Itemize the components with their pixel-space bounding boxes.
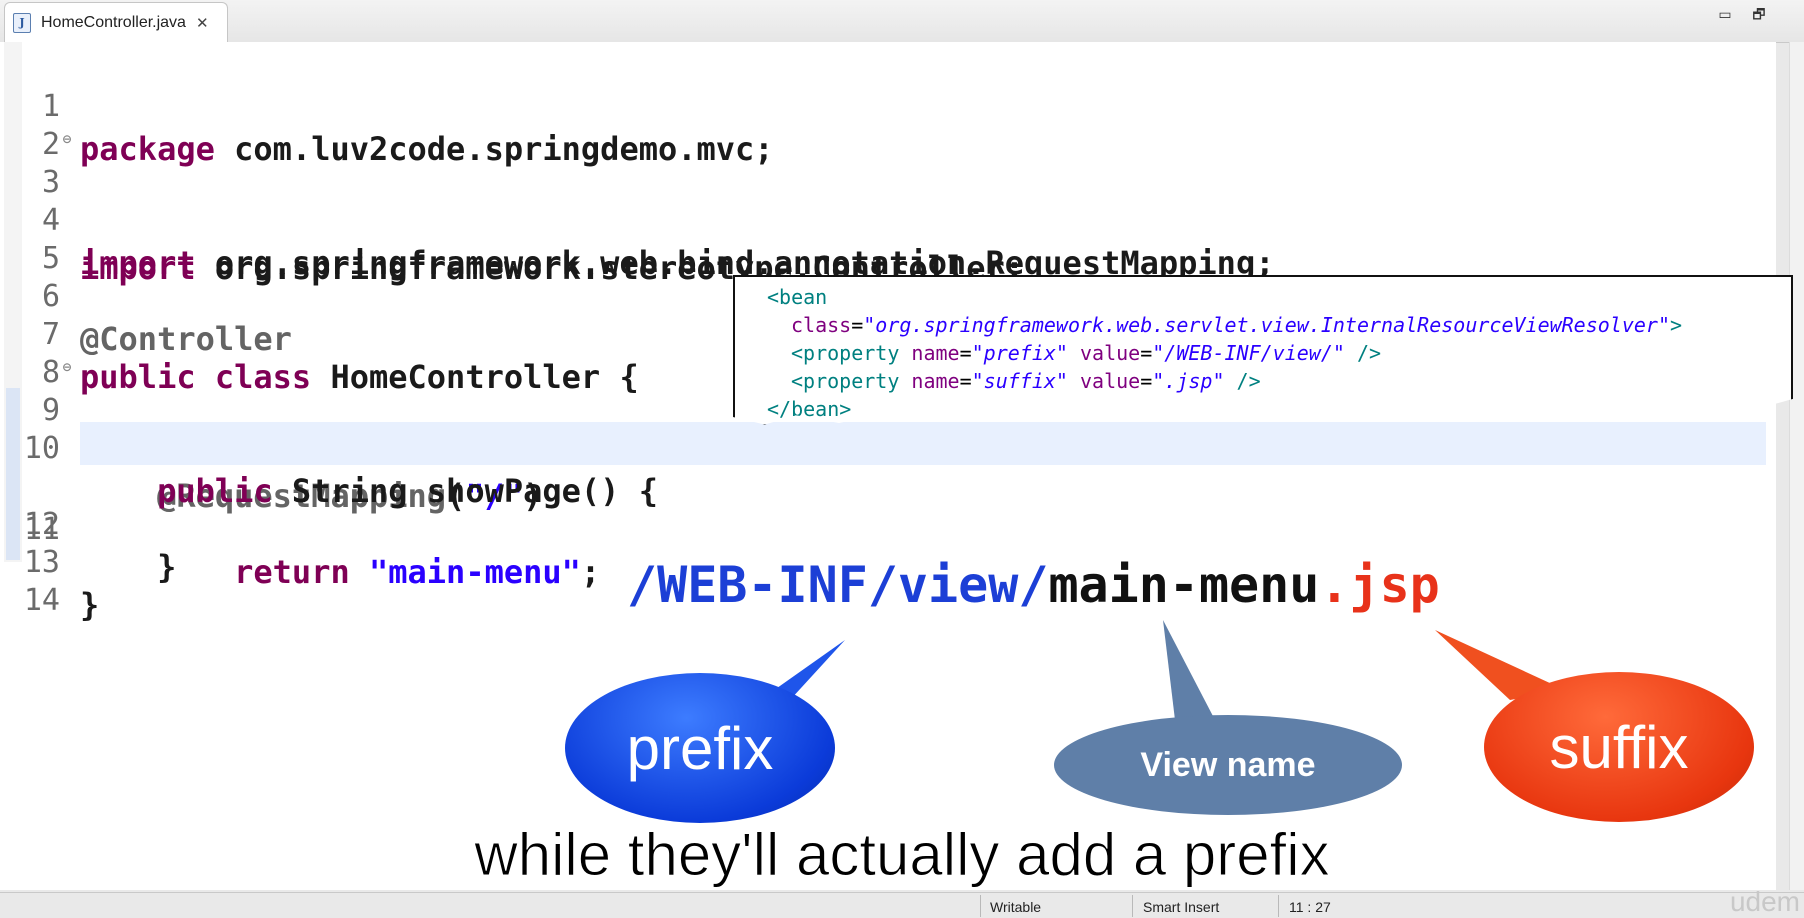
view-name-bubble: View name: [1054, 715, 1402, 815]
suffix-bubble: suffix: [1484, 672, 1754, 822]
status-writable: Writable: [990, 899, 1042, 915]
status-separator: [1278, 895, 1279, 917]
prefix-bubble: prefix: [565, 673, 835, 823]
status-cursor-position: 11 : 27: [1289, 899, 1331, 915]
view-bubble-tail: [1163, 620, 1215, 720]
status-separator: [980, 895, 981, 917]
watermark-logo: udem: [1729, 886, 1800, 917]
ide-window: J HomeController.java ✕ ▭ 🗗 1 package co…: [0, 0, 1804, 918]
status-separator: [1132, 895, 1133, 917]
video-subtitle: while they'll actually add a prefix: [474, 821, 1330, 889]
status-insert-mode: Smart Insert: [1143, 899, 1220, 915]
status-bar: Writable Smart Insert 11 : 27: [0, 892, 1804, 918]
